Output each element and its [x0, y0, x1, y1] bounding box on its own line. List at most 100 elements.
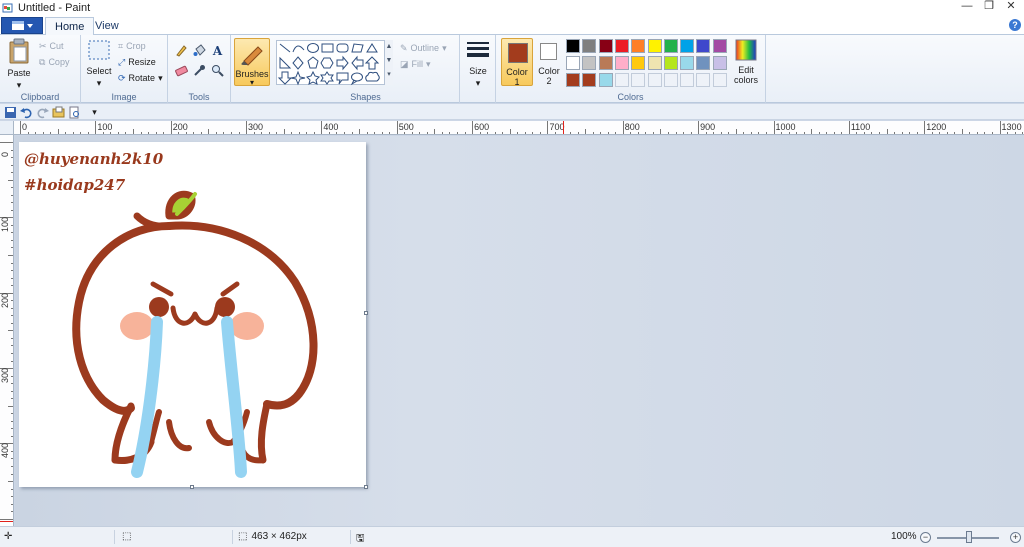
- line-shape-icon[interactable]: [279, 43, 291, 53]
- curve-shape-icon[interactable]: [292, 45, 305, 53]
- tab-view[interactable]: View: [86, 17, 128, 36]
- color-picker-icon[interactable]: [192, 63, 207, 78]
- palette-swatch[interactable]: [696, 73, 711, 87]
- zoom-out-button[interactable]: −: [920, 532, 931, 543]
- palette-swatch[interactable]: [680, 56, 695, 70]
- brushes-button[interactable]: Brushes ▾: [234, 38, 270, 87]
- crop-button[interactable]: ⌗ Crop: [118, 39, 146, 53]
- resize-button[interactable]: ⤢ Resize: [118, 55, 156, 69]
- palette-swatch[interactable]: [647, 56, 662, 70]
- left-arrow-shape-icon[interactable]: [351, 55, 364, 71]
- ruler-tick: [713, 132, 715, 134]
- palette-swatch[interactable]: [614, 39, 629, 53]
- resize-handle-corner[interactable]: [364, 485, 368, 489]
- chevron-up-icon[interactable]: ▲: [385, 40, 393, 54]
- palette-swatch[interactable]: [696, 56, 711, 70]
- palette-swatch[interactable]: [663, 73, 678, 87]
- undo-icon[interactable]: [20, 106, 33, 119]
- rotate-button[interactable]: ⟳ Rotate ▾: [118, 71, 163, 85]
- fill-button[interactable]: ◪ Fill ▾: [400, 57, 431, 71]
- ruler-tick: [185, 132, 187, 134]
- save-icon[interactable]: [4, 106, 17, 119]
- palette-swatch[interactable]: [663, 39, 678, 53]
- palette-swatch[interactable]: [631, 39, 646, 53]
- right-triangle-shape-icon[interactable]: [279, 56, 292, 69]
- palette-swatch[interactable]: [598, 39, 613, 53]
- palette-swatch[interactable]: [712, 39, 727, 53]
- six-point-star-shape-icon[interactable]: [320, 71, 334, 85]
- up-arrow-shape-icon[interactable]: [364, 56, 380, 70]
- rectangle-shape-icon[interactable]: [321, 43, 334, 53]
- palette-swatch[interactable]: [614, 73, 629, 87]
- right-arrow-shape-icon[interactable]: [336, 55, 349, 71]
- edit-colors-button[interactable]: Edit colors: [731, 39, 761, 85]
- open-folder-icon[interactable]: [52, 106, 65, 119]
- oval-callout-shape-icon[interactable]: [350, 72, 363, 86]
- cut-button[interactable]: ✂ Cut: [39, 39, 64, 53]
- pentagon-shape-icon[interactable]: [307, 56, 319, 69]
- palette-swatch[interactable]: [598, 56, 613, 70]
- expand-icon[interactable]: ▾: [385, 68, 393, 82]
- magnifier-icon[interactable]: [210, 63, 225, 78]
- pencil-icon[interactable]: [174, 43, 189, 58]
- palette-swatch[interactable]: [566, 73, 580, 87]
- down-arrow-shape-icon[interactable]: [277, 71, 293, 85]
- polygon-shape-icon[interactable]: [351, 43, 364, 53]
- resize-handle-right[interactable]: [364, 311, 368, 315]
- drawing-canvas[interactable]: @huyenanh2k10 #hoidap247: [19, 142, 366, 487]
- palette-swatch[interactable]: [680, 73, 695, 87]
- palette-swatch[interactable]: [631, 73, 646, 87]
- paste-button[interactable]: Paste ▾: [4, 38, 34, 90]
- size-button[interactable]: Size ▾: [464, 40, 492, 88]
- palette-swatch[interactable]: [598, 73, 613, 87]
- redo-icon[interactable]: [36, 106, 49, 119]
- print-preview-icon[interactable]: [68, 106, 81, 119]
- four-point-star-shape-icon[interactable]: [290, 70, 306, 86]
- palette-swatch[interactable]: [566, 39, 580, 53]
- select-button[interactable]: Select ▾: [85, 40, 113, 88]
- color2-button[interactable]: Color 2: [536, 38, 562, 86]
- help-icon[interactable]: ?: [1009, 19, 1021, 31]
- rounded-rectangle-shape-icon[interactable]: [336, 43, 349, 53]
- palette-swatch[interactable]: [582, 39, 597, 53]
- rounded-callout-shape-icon[interactable]: [336, 72, 349, 85]
- text-tool-icon[interactable]: A: [210, 43, 225, 58]
- triangle-shape-icon[interactable]: [366, 43, 378, 53]
- ruler-tick: [110, 132, 112, 134]
- minimize-button[interactable]: —: [956, 0, 978, 14]
- zoom-in-button[interactable]: +: [1010, 532, 1021, 543]
- palette-swatch[interactable]: [696, 39, 711, 53]
- hexagon-shape-icon[interactable]: [320, 57, 334, 69]
- outline-button[interactable]: ✎ Outline ▾: [400, 41, 447, 55]
- fill-bucket-icon[interactable]: [192, 43, 207, 58]
- chevron-down-icon[interactable]: ▼: [385, 54, 393, 68]
- palette-swatch[interactable]: [712, 73, 727, 87]
- palette-swatch[interactable]: [631, 56, 646, 70]
- ruler-tick: [683, 132, 685, 134]
- palette-swatch[interactable]: [614, 56, 629, 70]
- ruler-tick: [841, 132, 843, 134]
- palette-swatch[interactable]: [582, 73, 597, 87]
- restore-button[interactable]: ❐: [978, 0, 1000, 14]
- palette-swatch[interactable]: [680, 39, 695, 53]
- copy-button[interactable]: ⧉ Copy: [39, 55, 69, 69]
- close-button[interactable]: ✕: [1000, 0, 1022, 14]
- palette-swatch[interactable]: [582, 56, 597, 70]
- palette-swatch[interactable]: [712, 56, 727, 70]
- palette-swatch[interactable]: [647, 73, 662, 87]
- diamond-shape-icon[interactable]: [292, 56, 304, 70]
- oval-shape-icon[interactable]: [307, 43, 319, 53]
- customize-toolbar-icon[interactable]: ▾: [88, 106, 101, 119]
- ruler-tick: [163, 132, 165, 134]
- cloud-callout-shape-icon[interactable]: [365, 71, 380, 82]
- palette-swatch[interactable]: [647, 39, 662, 53]
- eraser-icon[interactable]: [174, 63, 189, 78]
- zoom-slider-thumb[interactable]: [966, 531, 972, 543]
- file-menu-button[interactable]: [1, 17, 43, 34]
- resize-handle-bottom[interactable]: [190, 485, 194, 489]
- five-point-star-shape-icon[interactable]: [306, 70, 320, 85]
- color1-button[interactable]: Color 1: [501, 38, 533, 87]
- shapes-scrollbar[interactable]: ▲ ▼ ▾: [384, 40, 393, 85]
- palette-swatch[interactable]: [663, 56, 678, 70]
- palette-swatch[interactable]: [566, 56, 580, 70]
